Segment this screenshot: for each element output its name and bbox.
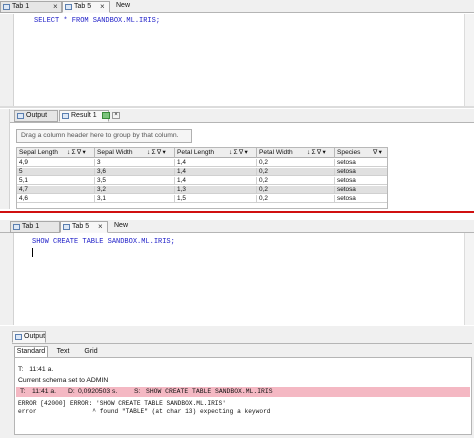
editor1-tab-new[interactable]: New (116, 2, 130, 9)
table-cell[interactable]: setosa (335, 195, 387, 203)
table-cell[interactable]: setosa (335, 168, 387, 176)
group-by-hint[interactable]: Drag a column header here to group by th… (16, 129, 192, 143)
tab-label: Result 1 (71, 112, 97, 119)
table-cell[interactable]: 0,2 (257, 177, 335, 185)
table-row[interactable]: 4,7 3,2 1,3 0,2 setosa (17, 186, 387, 194)
table-cell[interactable]: 5,1 (17, 177, 95, 185)
table-cell[interactable]: 3,6 (95, 168, 175, 176)
editor1-tab-1[interactable]: Tab 1 × (0, 1, 62, 13)
editor1-gutter (0, 14, 14, 106)
editor2-tab-new[interactable]: New (114, 222, 128, 229)
table-row[interactable]: 5,1 3,5 1,4 0,2 setosa (17, 177, 387, 185)
table-cell[interactable]: 3,5 (95, 177, 175, 185)
sort-filter-icons[interactable]: ↓ Σ ∇ ▾ (147, 148, 166, 158)
tab-grid[interactable]: Grid (78, 347, 104, 357)
close-icon[interactable]: × (100, 3, 105, 11)
tab-label: Tab 1 (12, 3, 30, 10)
pin-icon[interactable] (102, 112, 110, 119)
table-cell[interactable]: 1,4 (175, 159, 257, 167)
editor2-tab-5[interactable]: Tab 5 × (60, 221, 108, 233)
table-cell[interactable]: 1,3 (175, 186, 257, 194)
editor2-tab-1[interactable]: Tab 1 (10, 221, 60, 233)
document-icon (13, 224, 20, 230)
tab-label: Tab 1 (22, 223, 40, 230)
pane-splitter[interactable] (0, 211, 474, 213)
column-header-species[interactable]: Species ∇ ▾ (335, 148, 387, 158)
tab-label: Output (26, 112, 48, 119)
table-cell[interactable]: 4,7 (17, 186, 95, 194)
column-header-petal-length[interactable]: Petal Length ↓ Σ ∇ ▾ (175, 148, 257, 158)
result-gutter (0, 109, 10, 209)
editor2-tabstrip: Tab 1 Tab 5 × New (0, 220, 474, 233)
table-cell[interactable]: 0,2 (257, 186, 335, 194)
editor1-scrollbar[interactable] (464, 14, 474, 106)
error-message-line-2: error ^ found "TABLE" (at char 13) expec… (18, 408, 271, 415)
table-cell[interactable]: 3 (95, 159, 175, 167)
table-cell[interactable]: 3,1 (95, 195, 175, 203)
table-cell[interactable]: 5 (17, 168, 95, 176)
sort-filter-icons[interactable]: ↓ Σ ∇ ▾ (229, 148, 248, 158)
table-row[interactable]: 5 3,6 1,4 0,2 setosa (17, 168, 387, 176)
close-icon[interactable]: × (112, 112, 120, 119)
table-cell[interactable]: 1,4 (175, 168, 257, 176)
document-icon (3, 4, 10, 10)
tab-output[interactable]: Output (14, 110, 58, 122)
table-cell[interactable]: 4,9 (17, 159, 95, 167)
result-grid[interactable]: Sepal Length ↓ Σ ∇ ▾ Sepal Width ↓ Σ ∇ ▾… (16, 147, 388, 209)
editor1-tabstrip: Tab 1 × Tab 5 × New (0, 0, 474, 13)
table-cell[interactable]: setosa (335, 159, 387, 167)
editor1-tab-5[interactable]: Tab 5 × (62, 1, 110, 13)
output-divider (12, 343, 472, 344)
close-icon[interactable]: × (98, 223, 103, 231)
table-cell[interactable]: setosa (335, 177, 387, 185)
output-panel-title[interactable]: Output (12, 331, 46, 343)
editor2-gutter (0, 233, 14, 325)
grid-header: Sepal Length ↓ Σ ∇ ▾ Sepal Width ↓ Σ ∇ ▾… (17, 148, 387, 158)
table-cell[interactable]: 1,5 (175, 195, 257, 203)
tab-label: Tab 5 (74, 3, 92, 10)
error-message-line-1: ERROR [42000] ERROR: 'SHOW CREATE TABLE … (18, 400, 226, 407)
table-cell[interactable]: 1,4 (175, 177, 257, 185)
document-icon (63, 224, 70, 230)
error-row[interactable]: T: 11:41 a. D: 0,0920503 s. S: SHOW CREA… (16, 387, 470, 397)
tab-text[interactable]: Text (50, 347, 76, 357)
close-icon[interactable]: × (53, 3, 58, 11)
text-cursor (32, 248, 33, 257)
filter-icon[interactable]: ∇ ▾ (373, 148, 382, 158)
column-header-sepal-width[interactable]: Sepal Width ↓ Σ ∇ ▾ (95, 148, 175, 158)
editor2-scrollbar[interactable] (464, 233, 474, 325)
sort-filter-icons[interactable]: ↓ Σ ∇ ▾ (67, 148, 86, 158)
table-cell[interactable]: 4,6 (17, 195, 95, 203)
editor1-bottom-edge (0, 106, 474, 108)
sql-query-editor1[interactable]: SELECT * FROM SANDBOX.ML.IRIS; (34, 17, 160, 25)
tab-label: Tab 5 (72, 223, 90, 230)
table-cell[interactable]: 0,2 (257, 159, 335, 167)
grid-icon (62, 113, 69, 119)
tab-standard[interactable]: Standard (14, 346, 48, 357)
output-icon (17, 113, 24, 119)
sort-filter-icons[interactable]: ↓ Σ ∇ ▾ (307, 148, 326, 158)
table-cell[interactable]: setosa (335, 186, 387, 194)
column-header-sepal-length[interactable]: Sepal Length ↓ Σ ∇ ▾ (17, 148, 95, 158)
document-icon (65, 4, 72, 10)
table-cell[interactable]: 0,2 (257, 168, 335, 176)
column-header-petal-width[interactable]: Petal Width ↓ Σ ∇ ▾ (257, 148, 335, 158)
table-cell[interactable]: 0,2 (257, 195, 335, 203)
sql-query-editor2[interactable]: SHOW CREATE TABLE SANDBOX.ML.IRIS; (32, 238, 175, 246)
log-line-time: T: 11:41 a. (18, 366, 54, 373)
output-icon (15, 334, 22, 340)
tab-label: Output (24, 333, 46, 340)
log-line-schema: Current schema set to ADMIN (18, 377, 109, 384)
table-row[interactable]: 4,6 3,1 1,5 0,2 setosa (17, 195, 387, 203)
table-cell[interactable]: 3,2 (95, 186, 175, 194)
table-row[interactable]: 4,9 3 1,4 0,2 setosa (17, 159, 387, 167)
result-tabstrip: Output Result 1 × (10, 109, 474, 123)
